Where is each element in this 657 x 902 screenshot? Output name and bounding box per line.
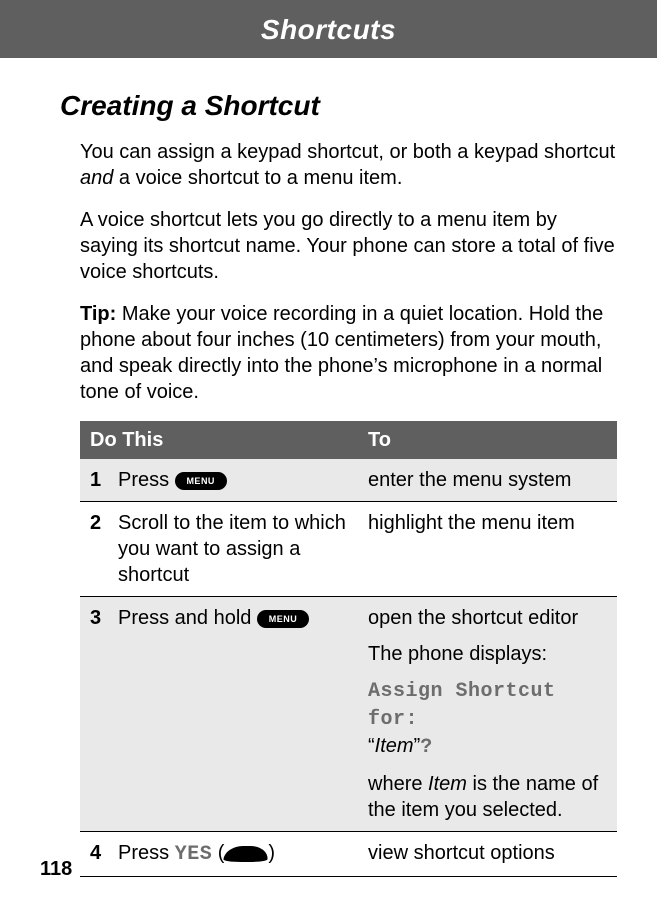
result-line: open the shortcut editor bbox=[368, 605, 607, 631]
instruction-table: Do This To 1 Press MENU enter the menu s… bbox=[80, 421, 617, 877]
paragraph-1: You can assign a keypad shortcut, or bot… bbox=[80, 139, 617, 191]
result-where: where Item is the name of the item you s… bbox=[368, 771, 607, 823]
table-row: 2 Scroll to the item to which you want t… bbox=[80, 501, 617, 596]
yes-label: YES bbox=[175, 843, 213, 866]
p1-text-c: a voice shortcut to a menu item. bbox=[113, 167, 402, 189]
step-result: view shortcut options bbox=[358, 831, 617, 876]
quote-open: “ bbox=[368, 735, 375, 757]
step-result: highlight the menu item bbox=[358, 501, 617, 596]
action-prefix: Press bbox=[118, 842, 175, 864]
step-number: 1 bbox=[80, 459, 108, 502]
col-do-this: Do This bbox=[80, 421, 358, 459]
page-number: 118 bbox=[40, 856, 72, 882]
step-result: open the shortcut editor The phone displ… bbox=[358, 596, 617, 831]
softkey-icon bbox=[224, 846, 270, 862]
p1-text-b: and bbox=[80, 167, 113, 189]
table-row: 1 Press MENU enter the menu system bbox=[80, 459, 617, 502]
action-prefix: Press bbox=[118, 469, 175, 491]
paren-open: ( bbox=[212, 842, 224, 864]
step-result: enter the menu system bbox=[358, 459, 617, 502]
step-action: Press YES () bbox=[108, 831, 358, 876]
tip-label: Tip: bbox=[80, 303, 116, 325]
page-content: Creating a Shortcut You can assign a key… bbox=[0, 58, 657, 876]
table-header-row: Do This To bbox=[80, 421, 617, 459]
assign-label: Assign Shortcut for: bbox=[368, 680, 556, 731]
header-band: Shortcuts bbox=[0, 0, 657, 58]
paragraph-2: A voice shortcut lets you go directly to… bbox=[80, 207, 617, 285]
menu-key-icon: MENU bbox=[175, 472, 227, 490]
result-line: The phone displays: bbox=[368, 641, 607, 667]
paragraph-tip: Tip: Make your voice recording in a quie… bbox=[80, 301, 617, 405]
step-action: Press and hold MENU bbox=[108, 596, 358, 831]
where-b: Item bbox=[428, 773, 467, 795]
menu-key-icon: MENU bbox=[257, 610, 309, 628]
step-number: 4 bbox=[80, 831, 108, 876]
tip-body: Make your voice recording in a quiet loc… bbox=[80, 303, 603, 403]
where-a: where bbox=[368, 773, 428, 795]
col-to: To bbox=[358, 421, 617, 459]
paren-close: ) bbox=[268, 842, 275, 864]
header-title: Shortcuts bbox=[261, 14, 396, 45]
section-title: Creating a Shortcut bbox=[60, 88, 617, 124]
table-row: 3 Press and hold MENU open the shortcut … bbox=[80, 596, 617, 831]
step-number: 2 bbox=[80, 501, 108, 596]
question-mark: ? bbox=[420, 736, 433, 759]
result-display: Assign Shortcut for: “Item”? bbox=[368, 677, 607, 761]
table-row: 4 Press YES () view shortcut options bbox=[80, 831, 617, 876]
p1-text-a: You can assign a keypad shortcut, or bot… bbox=[80, 141, 615, 163]
step-action: Press MENU bbox=[108, 459, 358, 502]
item-placeholder: Item bbox=[375, 735, 414, 757]
step-number: 3 bbox=[80, 596, 108, 831]
step-action: Scroll to the item to which you want to … bbox=[108, 501, 358, 596]
action-prefix: Press and hold bbox=[118, 607, 257, 629]
